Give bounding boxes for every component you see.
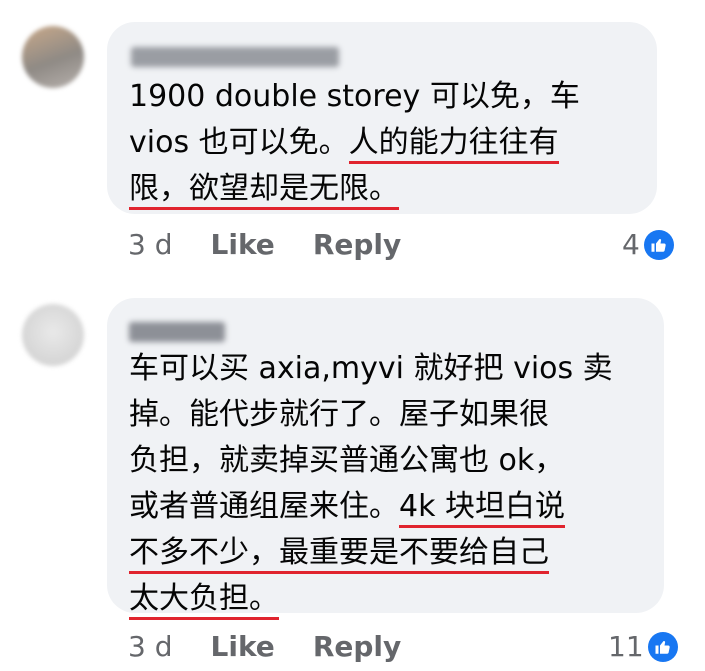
reply-button[interactable]: Reply — [313, 630, 401, 663]
comment-text: 1900 double storey 可以免，车 vios 也可以免。人的能力往… — [129, 74, 580, 212]
comment-line: 负担，就卖掉买普通公寓也 ok， — [129, 438, 613, 484]
avatar[interactable] — [22, 304, 84, 366]
avatar[interactable] — [22, 26, 84, 88]
comment-actions: 3 d Like Reply — [128, 630, 401, 663]
comment-text: 车可以买 axia,myvi 就好把 vios 卖 掉。能代步就行了。屋子如果很… — [129, 346, 613, 622]
comment-age[interactable]: 3 d — [128, 630, 173, 663]
highlighted-text: 太大负担。 — [129, 581, 279, 620]
comment-line: 1900 double storey 可以免，车 — [129, 74, 580, 120]
comment-text-segment: vios 也可以免。 — [129, 125, 349, 160]
comment-line: 车可以买 axia,myvi 就好把 vios 卖 — [129, 346, 613, 392]
author-name-blurred[interactable] — [129, 322, 225, 342]
comment-text-segment: 或者普通组屋来住。 — [129, 489, 399, 524]
comment-actions: 3 d Like Reply — [128, 228, 401, 261]
comment-line: 太大负担。 — [129, 576, 613, 622]
comment-text-segment: 1900 double storey 可以免，车 — [129, 79, 580, 114]
highlighted-text: 不多不少，最重要是不要给自己 — [129, 535, 549, 574]
comment-line: 掉。能代步就行了。屋子如果很 — [129, 392, 613, 438]
highlighted-text: 4k 块坦白说 — [399, 489, 565, 528]
comment: 1900 double storey 可以免，车 vios 也可以免。人的能力往… — [0, 0, 705, 290]
like-button[interactable]: Like — [211, 228, 275, 261]
like-button[interactable]: Like — [211, 630, 275, 663]
author-name-blurred[interactable] — [131, 47, 339, 67]
reaction-summary[interactable]: 4 — [622, 228, 674, 261]
reaction-count: 11 — [608, 630, 644, 663]
comment-text-segment: 车可以买 axia,myvi 就好把 vios 卖 — [129, 351, 613, 386]
like-thumb-icon — [643, 229, 674, 260]
highlighted-text: 限，欲望却是无限。 — [129, 171, 399, 210]
reply-button[interactable]: Reply — [313, 228, 401, 261]
comment-line: 不多不少，最重要是不要给自己 — [129, 530, 613, 576]
comment-bubble: 1900 double storey 可以免，车 vios 也可以免。人的能力往… — [107, 22, 657, 214]
comment-line: 或者普通组屋来住。4k 块坦白说 — [129, 484, 613, 530]
reaction-count: 4 — [622, 228, 640, 261]
comment-age[interactable]: 3 d — [128, 228, 173, 261]
comment-line: vios 也可以免。人的能力往往有 — [129, 120, 580, 166]
comment-line: 限，欲望却是无限。 — [129, 166, 580, 212]
reaction-summary[interactable]: 11 — [608, 630, 678, 663]
like-thumb-icon — [647, 631, 678, 662]
highlighted-text: 人的能力往往有 — [348, 125, 559, 164]
comment-text-segment: 掉。能代步就行了。屋子如果很 — [129, 397, 549, 432]
comment-bubble: 车可以买 axia,myvi 就好把 vios 卖 掉。能代步就行了。屋子如果很… — [107, 298, 664, 620]
comment: 车可以买 axia,myvi 就好把 vios 卖 掉。能代步就行了。屋子如果很… — [0, 290, 705, 671]
comment-text-segment: 负担，就卖掉买普通公寓也 ok， — [129, 443, 565, 478]
